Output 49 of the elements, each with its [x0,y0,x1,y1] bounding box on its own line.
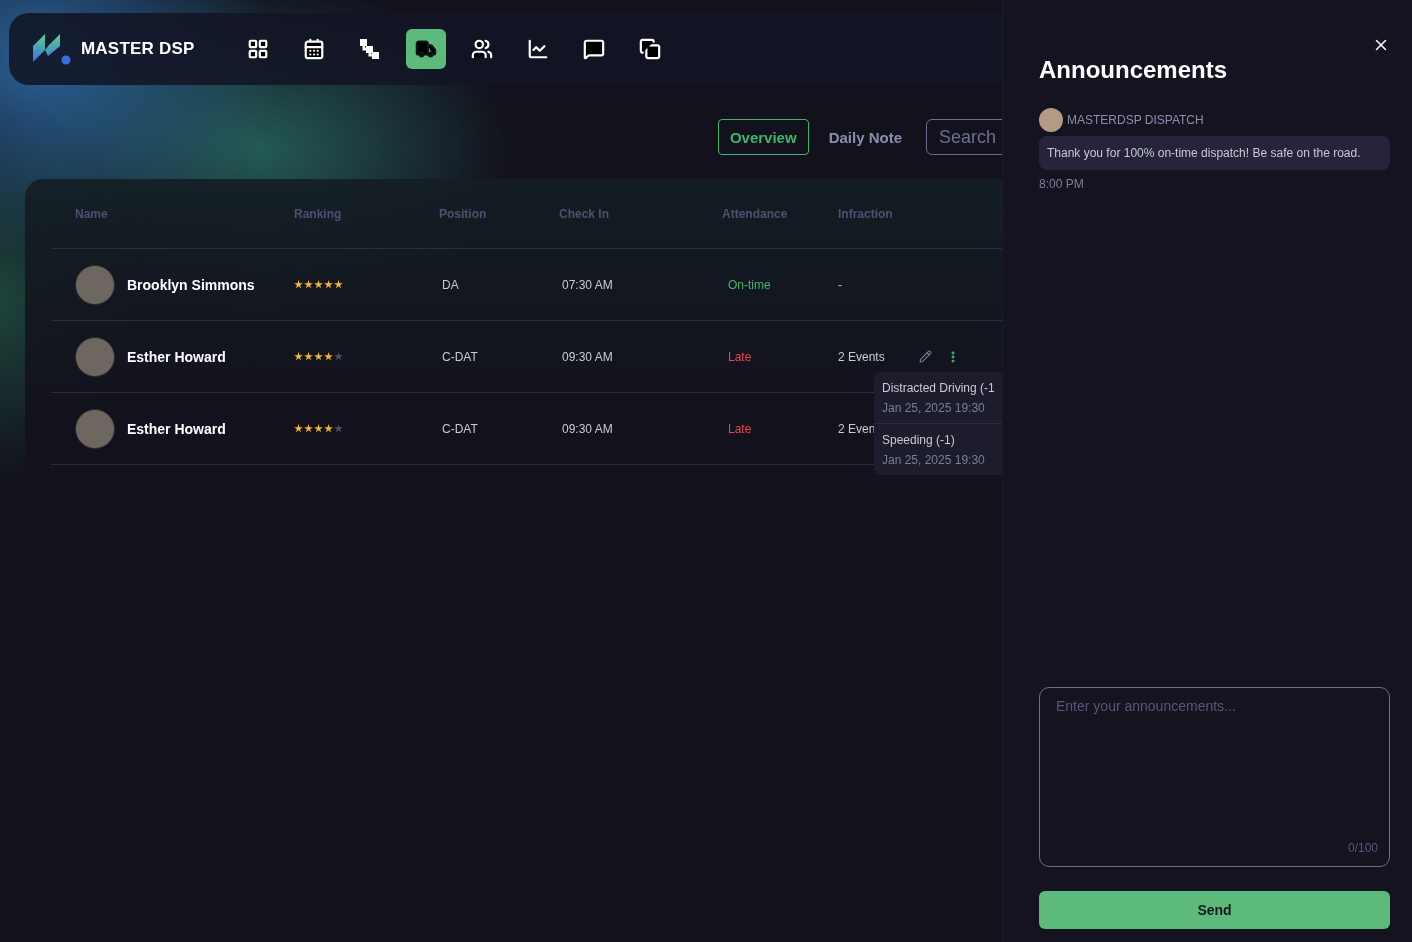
infraction-title: Speeding (-1) [882,433,956,447]
table-cell: 2 Events [838,349,885,364]
infraction-time: Jan 25, 2025 19:30 [882,453,986,467]
table-cell-text: 09:30 AM [561,349,614,364]
infraction-time: Jan 25, 2025 19:30 [882,401,986,415]
send-button[interactable]: Send [1039,891,1390,929]
column-header: Check In [559,206,610,221]
driver-name: Esther Howard [127,420,226,437]
character-counter: 0/100 [1347,841,1378,855]
logo-icon [33,32,73,66]
table-cell-text: 07:30 AM [561,277,614,292]
driver-name: Esther Howard [127,348,226,365]
panel-title: Announcements [1039,56,1228,84]
nav-button[interactable] [406,29,447,69]
tab[interactable]: Overview [717,119,809,155]
infraction-title: Distracted Driving (-1 [882,381,996,395]
column-header: Ranking [294,206,343,221]
brand-name: MASTER DSP [81,39,195,59]
grid-icon [247,38,270,60]
chat-icon [583,38,606,60]
avatar-placeholder [75,264,115,305]
driver-name: Brooklyn Simmons [127,276,255,293]
truck-icon [415,38,438,60]
table-cell-text: 09:30 AM [561,421,614,436]
message-time: 8:00 PM [1039,177,1085,191]
search-field[interactable]: Search [926,119,1002,155]
edit-icon[interactable] [918,350,932,363]
column-header: Position [439,206,488,221]
column-header: Infraction [838,206,894,221]
table-cell-text: C-DAT [441,421,479,436]
avatar-placeholder [1039,108,1063,132]
calendar-icon [303,38,326,60]
tab[interactable]: Daily Note [816,119,914,155]
attendance-status: Late [727,349,753,364]
copy-check-icon [639,38,662,60]
table-cell: - [838,277,842,292]
users-icon [471,38,494,60]
avatar-placeholder [75,408,115,449]
column-header: Name [75,206,109,221]
avatar-placeholder [75,336,115,377]
attendance-status: Late [727,421,753,436]
message-bubble: Thank you for 100% on-time dispatch! Be safe on the road. [1039,136,1390,170]
attendance-status: On-time [727,277,772,292]
line-chart-icon [527,38,550,60]
sender-name: MASTERDSP DISPATCH [1067,113,1204,127]
column-header: Attendance [722,206,789,221]
flow-icon [359,38,382,60]
table-cell-text: DA [441,277,460,292]
table-cell-text: C-DAT [441,349,479,364]
